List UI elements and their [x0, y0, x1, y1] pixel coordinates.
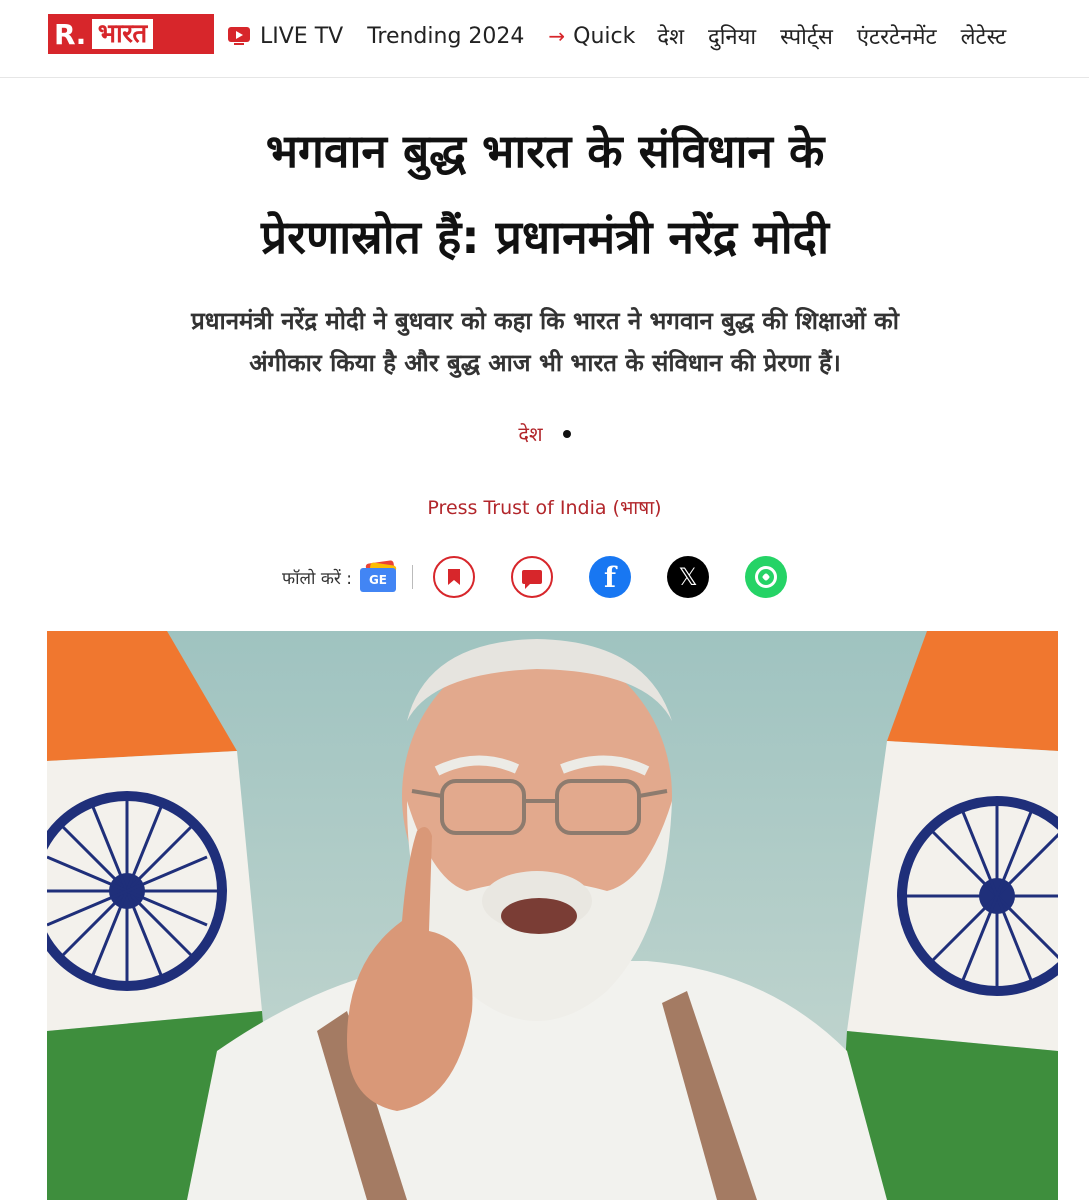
headline-line-2: प्रेरणास्रोत हैं: प्रधानमंत्री नरेंद्र म… — [261, 210, 829, 264]
logo-r: R. — [54, 17, 86, 51]
follow-label: फॉलो करें : — [282, 568, 352, 589]
bookmark-icon — [447, 569, 460, 585]
site-logo[interactable]: R. भारत — [48, 14, 214, 54]
whatsapp-share-button[interactable] — [744, 556, 787, 598]
nav-sports[interactable]: स्पोर्ट्स — [780, 21, 833, 51]
google-news-text: GE — [359, 568, 396, 592]
x-icon: 𝕏 — [678, 563, 698, 591]
arrow-right-icon: → — [548, 24, 566, 48]
separator-dot — [562, 429, 571, 438]
facebook-share-button[interactable]: f — [588, 556, 631, 598]
nav-entertainment[interactable]: एंटरटेनमेंट — [857, 21, 937, 51]
nav-quick[interactable]: → Quick — [548, 24, 635, 49]
nav-quick-label: Quick — [573, 23, 636, 49]
nav-live-tv[interactable]: LIVE TV — [228, 24, 343, 49]
hero-image-illustration — [47, 631, 1058, 1200]
nav-links: LIVE TV Trending 2024 → Quick देश दुनिया… — [228, 18, 1030, 54]
article-hero-image — [47, 631, 1058, 1200]
bookmark-button[interactable] — [432, 556, 475, 598]
nav-duniya[interactable]: दुनिया — [708, 21, 756, 51]
headline-line-1: भगवान बुद्ध भारत के संविधान के — [265, 124, 825, 178]
nav-desh[interactable]: देश — [657, 21, 684, 51]
comment-button[interactable] — [510, 556, 553, 598]
x-share-button[interactable]: 𝕏 — [666, 556, 709, 598]
facebook-icon: f — [603, 560, 616, 594]
article-headline: भगवान बुद्ध भारत के संविधान के प्रेरणास्… — [90, 108, 1000, 280]
article-summary: प्रधानमंत्री नरेंद्र मोदी ने बुधवार को क… — [120, 300, 970, 384]
top-navigation: R. भारत LIVE TV Trending 2024 → Quick दे… — [0, 0, 1089, 78]
category-row: देश — [0, 420, 1089, 447]
share-divider — [411, 565, 413, 589]
summary-line-1: प्रधानमंत्री नरेंद्र मोदी ने बुधवार को क… — [191, 307, 899, 335]
share-bar: फॉलो करें : GE f 𝕏 — [282, 554, 823, 600]
live-tv-icon — [228, 27, 250, 45]
summary-line-2: अंगीकार किया है और बुद्ध आज भी भारत के स… — [249, 349, 841, 377]
nav-trending[interactable]: Trending 2024 — [367, 24, 524, 49]
nav-latest[interactable]: लेटेस्ट — [961, 21, 1007, 51]
comment-icon — [521, 570, 542, 589]
author-byline[interactable]: Press Trust of India (भाषा) — [0, 494, 1089, 520]
category-link[interactable]: देश — [518, 420, 542, 447]
nav-live-tv-label: LIVE TV — [260, 23, 344, 49]
logo-bharat: भारत — [91, 19, 153, 49]
google-news-icon[interactable]: GE — [359, 560, 398, 592]
whatsapp-icon — [754, 566, 777, 588]
